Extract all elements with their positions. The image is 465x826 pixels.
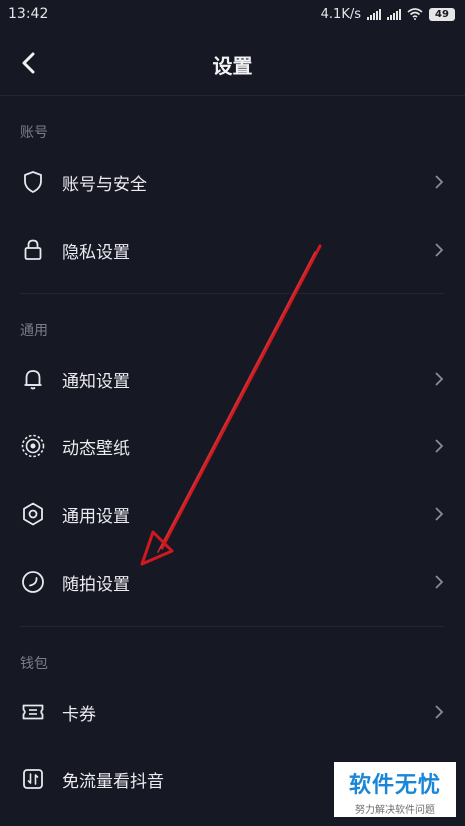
menu-label: 卡券 bbox=[62, 704, 96, 725]
watermark-subtitle: 努力解决软件问题 bbox=[355, 805, 435, 816]
chevron-right-icon bbox=[435, 439, 444, 453]
menu-item-notifications[interactable]: 通知设置 bbox=[0, 348, 465, 410]
wifi-icon bbox=[407, 8, 423, 20]
coupon-icon bbox=[22, 704, 44, 720]
section-divider bbox=[20, 293, 445, 294]
section-header-account: 账号 bbox=[20, 125, 48, 141]
menu-item-snapshot-settings[interactable]: 随拍设置 bbox=[0, 551, 465, 613]
shield-icon bbox=[24, 171, 42, 193]
menu-label: 免流量看抖音 bbox=[62, 771, 164, 792]
page-title: 设置 bbox=[212, 54, 253, 78]
gear-icon bbox=[23, 502, 43, 526]
status-bar: 13:42 4.1K/s 49 bbox=[0, 0, 465, 28]
section-header-general: 通用 bbox=[20, 323, 48, 339]
menu-label: 账号与安全 bbox=[62, 174, 147, 195]
watermark-title: 软件无忧 bbox=[348, 772, 441, 797]
snapshot-icon bbox=[22, 571, 44, 593]
nav-bar: 设置 bbox=[0, 28, 465, 96]
menu-label: 通知设置 bbox=[62, 371, 130, 392]
signal-icon bbox=[367, 8, 381, 20]
section-header-wallet: 钱包 bbox=[20, 656, 48, 672]
section-divider bbox=[20, 626, 445, 627]
menu-item-live-wallpaper[interactable]: 动态壁纸 bbox=[0, 415, 465, 477]
menu-item-account-security[interactable]: 账号与安全 bbox=[0, 151, 465, 213]
menu-label: 隐私设置 bbox=[62, 242, 130, 263]
status-indicators: 4.1K/s 49 bbox=[321, 7, 455, 22]
menu-label: 随拍设置 bbox=[62, 574, 130, 595]
menu-item-privacy[interactable]: 隐私设置 bbox=[0, 219, 465, 281]
network-speed: 4.1K/s bbox=[320, 6, 361, 22]
menu-item-general-settings[interactable]: 通用设置 bbox=[0, 483, 465, 545]
lock-icon bbox=[24, 239, 42, 260]
chevron-right-icon bbox=[435, 575, 444, 589]
menu-label: 通用设置 bbox=[62, 506, 130, 527]
bell-icon bbox=[24, 370, 42, 390]
battery-icon: 49 bbox=[429, 7, 455, 21]
data-free-icon bbox=[23, 769, 43, 789]
chevron-right-icon bbox=[435, 507, 444, 521]
chevron-right-icon bbox=[435, 175, 444, 189]
menu-label: 动态壁纸 bbox=[62, 438, 130, 459]
status-time: 13:42 bbox=[8, 6, 49, 22]
chevron-right-icon bbox=[435, 372, 444, 386]
live-wallpaper-icon bbox=[21, 434, 45, 458]
menu-item-coupons[interactable]: 卡券 bbox=[0, 681, 465, 743]
chevron-right-icon bbox=[435, 705, 444, 719]
chevron-right-icon bbox=[435, 243, 444, 257]
watermark-logo: 软件无忧 努力解决软件问题 bbox=[334, 762, 456, 817]
signal-icon-2 bbox=[387, 8, 401, 20]
